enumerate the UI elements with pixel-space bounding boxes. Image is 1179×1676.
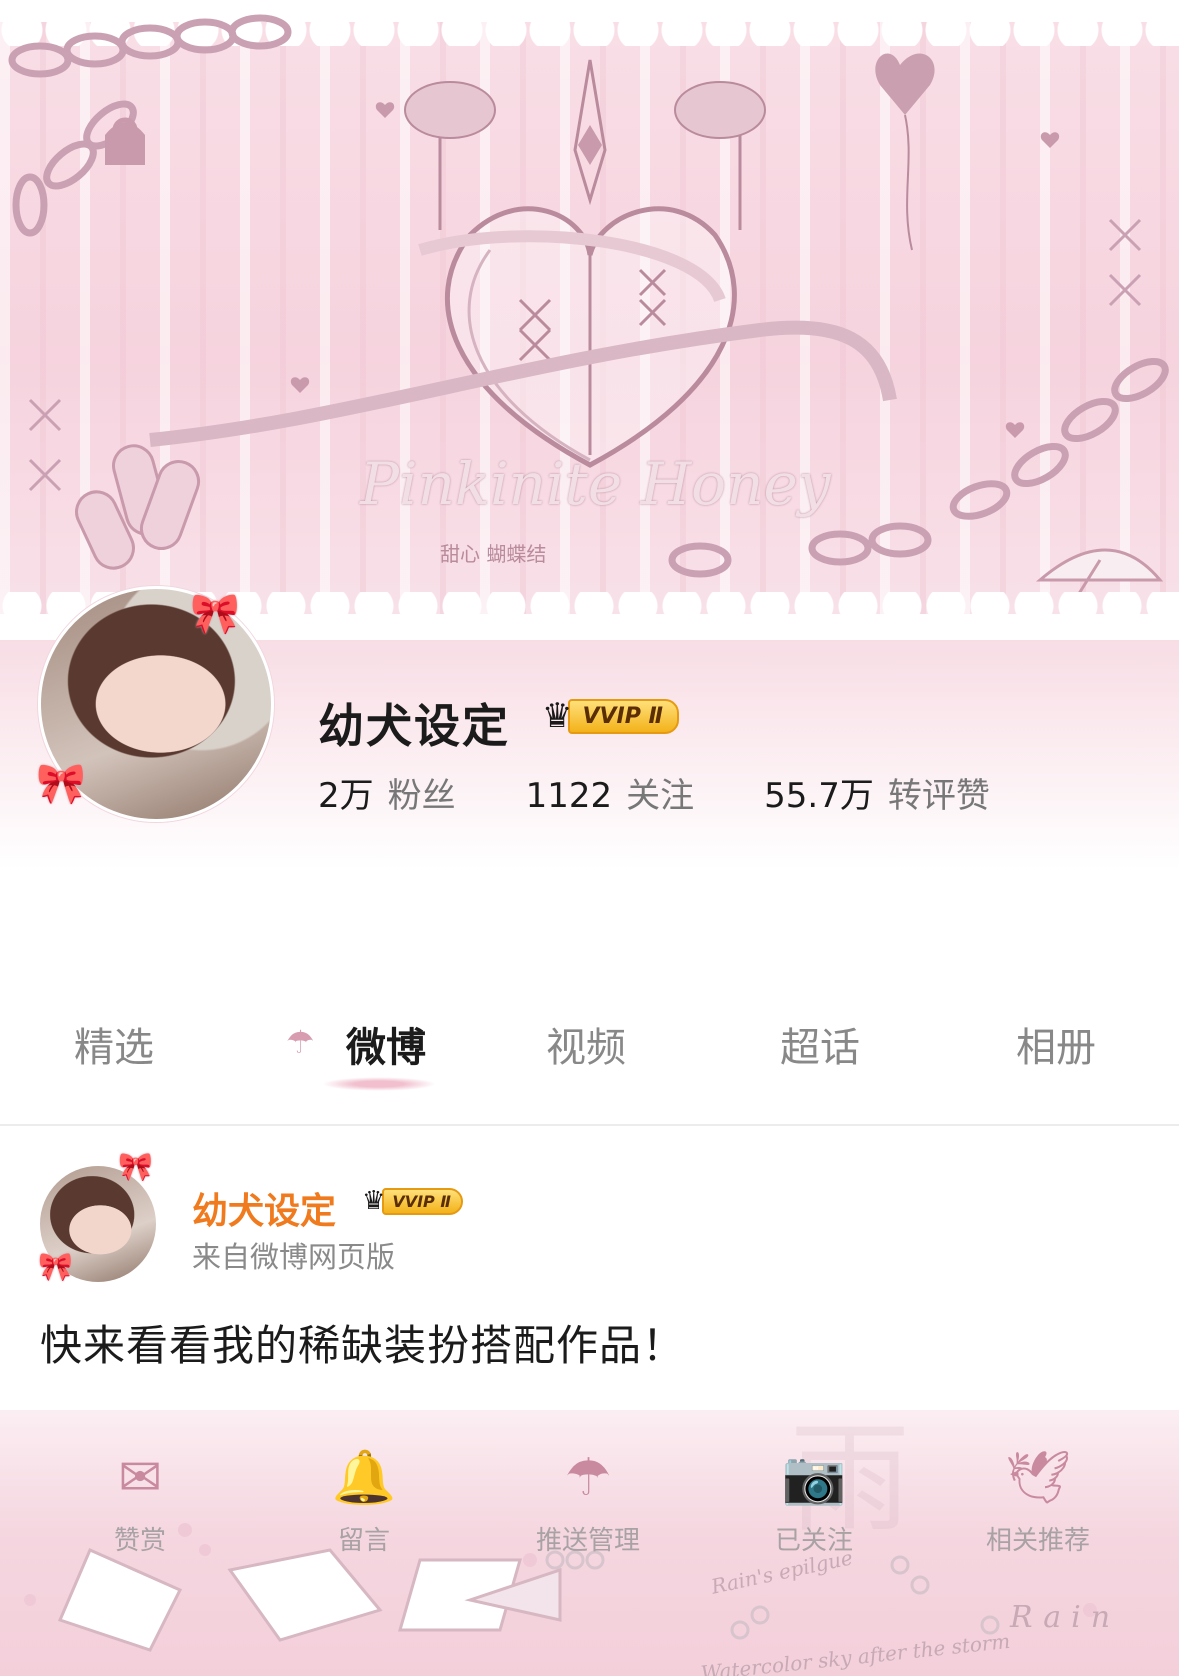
action-recommendations[interactable]: 🕊 相关推荐 — [968, 1438, 1108, 1557]
vip-label: VVIP Ⅱ — [382, 1187, 463, 1215]
bell-bow-icon: 🔔 — [331, 1448, 397, 1508]
tab-videos[interactable]: 视频 — [546, 1015, 626, 1073]
post-author-name[interactable]: 幼犬设定 — [192, 1182, 336, 1234]
stat-value: 1122 — [525, 776, 613, 816]
camera-icon: 📷 — [781, 1448, 847, 1508]
vip-badge[interactable]: ♛ VVIP Ⅱ — [362, 1186, 463, 1216]
vip-label: VVIP Ⅱ — [568, 698, 679, 734]
umbrella-icon: ☂ — [564, 1448, 612, 1508]
bow-decoration-icon: 🎀 — [38, 1250, 73, 1283]
vip-badge[interactable]: ♛ VVIP Ⅱ — [542, 696, 679, 736]
stat-label: 关注 — [626, 776, 695, 816]
post-source: 来自微博网页版 — [192, 1240, 396, 1274]
action-label: 相关推荐 — [985, 1526, 1090, 1556]
action-label: 已关注 — [774, 1526, 853, 1556]
banner-subtitle: 甜心 蝴蝶结 — [440, 542, 547, 566]
stat-followers[interactable]: 2万 粉丝 — [318, 768, 456, 817]
profile-stats: 2万 粉丝 1122 关注 55.7万 转评赞 — [318, 768, 1060, 817]
active-tab-indicator — [322, 1077, 436, 1091]
stat-following[interactable]: 1122 关注 — [526, 768, 695, 817]
crown-icon: ♛ — [542, 696, 573, 736]
action-comment[interactable]: 🔔 留言 — [294, 1438, 434, 1557]
action-push-settings[interactable]: ☂ 推送管理 — [518, 1438, 658, 1557]
action-label: 赞赏 — [113, 1526, 166, 1556]
stat-value: 55.7万 — [764, 776, 874, 816]
divider — [0, 1124, 1179, 1126]
umbrella-icon: ☂ — [286, 1023, 315, 1061]
action-label: 推送管理 — [535, 1526, 640, 1556]
profile-tabs: 精选 ☂ 微博 视频 超话 相册 — [0, 1005, 1179, 1117]
bow-decoration-icon: 🎀 — [36, 761, 86, 807]
post-action-bar: 雨 Rain's epilgue Watercolor sky after th… — [0, 1410, 1179, 1676]
stat-value: 2万 — [318, 776, 374, 816]
profile-banner[interactable]: Pinkinite Honey 甜心 蝴蝶结 — [0, 0, 1179, 650]
bow-decoration-icon: 🎀 — [118, 1150, 153, 1183]
post-text: 快来看看我的稀缺装扮搭配作品！ — [40, 1321, 686, 1370]
tab-featured[interactable]: 精选 — [74, 1015, 154, 1073]
paper-crane-icon: 🕊 — [1004, 1448, 1071, 1508]
stat-engagement[interactable]: 55.7万 转评赞 — [764, 768, 990, 817]
banner-script-title: Pinkinite Honey — [360, 450, 831, 518]
action-reward[interactable]: ✉ 赞赏 — [70, 1438, 210, 1557]
banner-heart-illustration — [8, 14, 1169, 648]
tab-album[interactable]: 相册 — [1016, 1015, 1096, 1073]
tab-supertopic[interactable]: 超话 — [780, 1015, 860, 1073]
tab-weibo[interactable]: 微博 — [346, 1015, 426, 1073]
action-following[interactable]: 📷 已关注 — [744, 1438, 884, 1557]
crown-icon: ♛ — [362, 1186, 386, 1216]
envelope-pen-icon: ✉ — [118, 1448, 162, 1508]
decor-text: Rain — [1010, 1600, 1121, 1635]
stat-label: 粉丝 — [387, 776, 456, 816]
bow-decoration-icon: 🎀 — [190, 591, 240, 637]
stat-label: 转评赞 — [887, 776, 990, 816]
action-label: 留言 — [337, 1526, 390, 1556]
profile-name: 幼犬设定 — [318, 699, 510, 753]
